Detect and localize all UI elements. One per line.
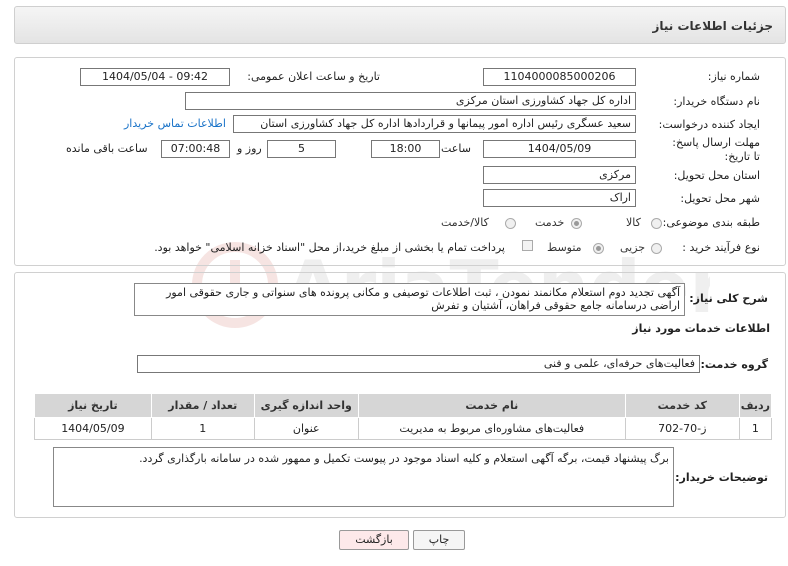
cell-name: فعالیت‌های مشاوره‌ای مربوط به مدیریت: [357, 417, 626, 440]
cell-code: ز-70-702: [624, 417, 740, 440]
col-name: نام خدمت: [357, 393, 626, 418]
services-section-title: اطلاعات خدمات مورد نیاز: [632, 322, 770, 335]
buyer-org-label: نام دستگاه خریدار:: [673, 95, 760, 108]
category-option-service: خدمت: [535, 216, 565, 229]
days-remaining-field[interactable]: 5: [267, 140, 336, 158]
creator-label: ایجاد کننده درخواست:: [658, 118, 760, 131]
service-group-label: گروه خدمت:: [700, 358, 768, 371]
treasury-payment-checkbox[interactable]: [522, 240, 533, 251]
time-remaining-label: ساعت باقی مانده: [66, 142, 148, 155]
need-number-label: شماره نیاز:: [707, 70, 760, 83]
process-label: نوع فرآیند خرید :: [682, 241, 760, 254]
cell-date: 1404/05/09: [34, 417, 152, 440]
category-option-goods: کالا: [626, 216, 641, 229]
description-label: شرح کلی نیاز:: [689, 292, 768, 305]
delivery-city-field[interactable]: اراک: [483, 189, 636, 207]
treasury-payment-note: پرداخت تمام یا بخشی از مبلغ خرید،از محل …: [154, 241, 505, 254]
buyer-notes-textarea[interactable]: برگ پیشنهاد قیمت، برگه آگهی استعلام و کل…: [53, 447, 674, 507]
category-option-goods-service: کالا/خدمت: [441, 216, 489, 229]
delivery-province-label: استان محل تحویل:: [673, 169, 760, 182]
buyer-org-field[interactable]: اداره کل جهاد کشاورزی استان مرکزی: [185, 92, 636, 110]
process-option-minor: جزیی: [620, 241, 646, 254]
page-header: جزئیات اطلاعات نیاز: [14, 6, 786, 44]
category-radio-goods[interactable]: [651, 218, 662, 229]
days-label: روز و: [237, 142, 262, 155]
col-code: کد خدمت: [624, 393, 740, 418]
col-date: تاریخ نیاز: [34, 393, 152, 418]
process-option-medium: متوسط: [547, 241, 582, 254]
services-table: ردیف کد خدمت نام خدمت واحد اندازه گیری ت…: [34, 393, 773, 440]
cell-unit: عنوان: [253, 417, 359, 440]
buyer-notes-label: توضیحات خریدار:: [675, 471, 768, 484]
process-radio-minor[interactable]: [651, 243, 662, 254]
delivery-city-label: شهر محل تحویل:: [680, 192, 760, 205]
need-number-field[interactable]: 1104000085000206: [483, 68, 636, 86]
announce-datetime-field[interactable]: 1404/05/04 - 09:42: [80, 68, 230, 86]
category-radio-service[interactable]: [571, 218, 582, 229]
service-group-field[interactable]: فعالیت‌های حرفه‌ای، علمی و فنی: [137, 355, 700, 373]
process-radio-medium[interactable]: [593, 243, 604, 254]
page-title: جزئیات اطلاعات نیاز: [652, 19, 773, 33]
deadline-time-label: ساعت: [441, 142, 471, 155]
creator-field[interactable]: سعید عسگری رئیس اداره امور پیمانها و قرا…: [233, 115, 636, 133]
col-row: ردیف: [738, 393, 773, 418]
col-qty: تعداد / مقدار: [150, 393, 255, 418]
announce-datetime-label: تاریخ و ساعت اعلان عمومی:: [247, 70, 380, 83]
print-button[interactable]: چاپ: [413, 530, 465, 550]
back-button[interactable]: بازگشت: [339, 530, 409, 550]
buyer-contact-link[interactable]: اطلاعات تماس خریدار: [124, 117, 226, 130]
category-radio-goods-service[interactable]: [505, 218, 516, 229]
deadline-label: مهلت ارسال پاسخ: تا تاریخ:: [672, 136, 760, 163]
cell-qty: 1: [150, 417, 255, 440]
deadline-date-field[interactable]: 1404/05/09: [483, 140, 636, 158]
category-label: طبقه بندی موضوعی:: [662, 216, 760, 229]
delivery-province-field[interactable]: مرکزی: [483, 166, 636, 184]
table-row: 1 ز-70-702 فعالیت‌های مشاوره‌ای مربوط به…: [34, 417, 773, 440]
table-header-row: ردیف کد خدمت نام خدمت واحد اندازه گیری ت…: [34, 393, 773, 418]
time-remaining-field[interactable]: 07:00:48: [161, 140, 230, 158]
deadline-time-field[interactable]: 18:00: [371, 140, 440, 158]
description-textarea[interactable]: آگهی تجدید دوم استعلام مکانمند نمودن ، ث…: [134, 283, 685, 316]
col-unit: واحد اندازه گیری: [253, 393, 359, 418]
cell-row: 1: [738, 417, 773, 440]
